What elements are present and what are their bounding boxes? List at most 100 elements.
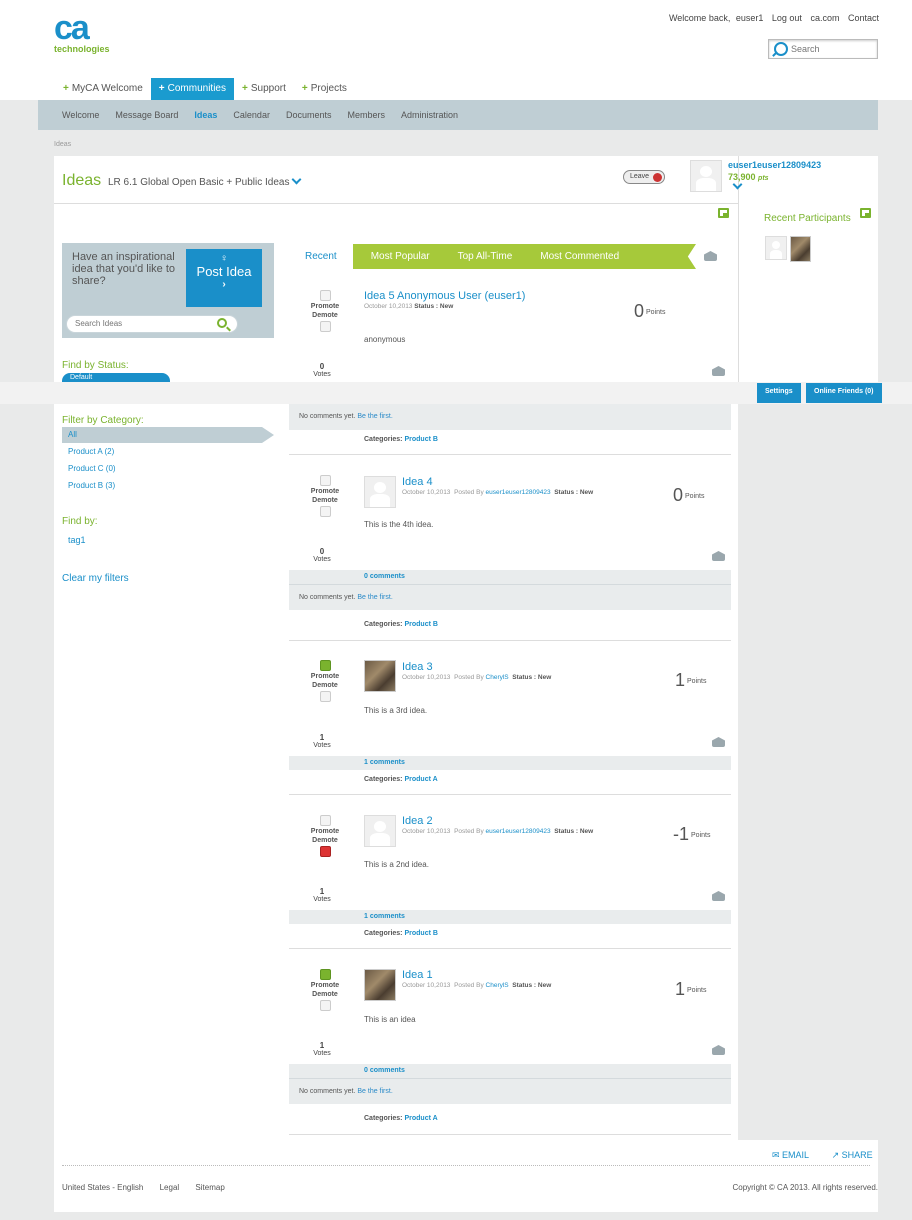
demote-icon[interactable] <box>319 846 331 857</box>
ca-com-link[interactable]: ca.com <box>810 13 839 23</box>
demote-label[interactable]: Demote <box>305 991 345 998</box>
demote-icon[interactable] <box>319 321 331 332</box>
promote-label[interactable]: Promote <box>305 828 345 835</box>
subnav-calendar[interactable]: Calendar <box>225 100 278 130</box>
promote-label[interactable]: Promote <box>305 673 345 680</box>
category-link[interactable]: Product A <box>404 1115 437 1122</box>
online-friends-tab[interactable]: Online Friends (0) <box>806 383 882 403</box>
idea-title[interactable]: Idea 1 <box>402 969 433 981</box>
leave-button[interactable]: Leave <box>623 170 665 184</box>
footer <box>54 1140 878 1212</box>
category-product-b[interactable]: Product B (3) <box>68 481 115 490</box>
idea-title[interactable]: Idea 4 <box>402 476 433 488</box>
profile-chevron-icon[interactable] <box>731 179 743 193</box>
subnav-members[interactable]: Members <box>339 100 393 130</box>
sitemap-link[interactable]: Sitemap <box>195 1183 224 1192</box>
demote-label[interactable]: Demote <box>305 312 345 319</box>
idea-title[interactable]: Idea 5 Anonymous User (euser1) <box>364 290 525 302</box>
chevron-down-icon[interactable] <box>291 174 301 185</box>
profile-name[interactable]: euser1euser12809423 <box>728 160 821 170</box>
search-ideas-input[interactable] <box>75 319 205 328</box>
comments-link[interactable]: 0 comments <box>289 570 731 584</box>
idea-title[interactable]: Idea 2 <box>402 815 433 827</box>
ca-logo[interactable]: ca <box>54 10 104 46</box>
promote-label[interactable]: Promote <box>305 982 345 989</box>
demote-label[interactable]: Demote <box>305 837 345 844</box>
clear-filters-link[interactable]: Clear my filters <box>62 573 129 584</box>
promote-icon[interactable] <box>319 969 331 980</box>
subnav-administration[interactable]: Administration <box>393 100 466 130</box>
promote-icon[interactable] <box>319 815 331 826</box>
demote-label[interactable]: Demote <box>305 497 345 504</box>
search-icon[interactable] <box>217 318 227 328</box>
tag-link[interactable]: tag1 <box>68 535 86 545</box>
contact-link[interactable]: Contact <box>848 13 879 23</box>
promote-icon[interactable] <box>319 290 331 301</box>
legal-link[interactable]: Legal <box>160 1183 180 1192</box>
search-input[interactable] <box>791 42 875 56</box>
author-avatar[interactable] <box>364 660 396 692</box>
author-link[interactable]: euser1euser12809423 <box>486 828 551 835</box>
comments-link[interactable]: 1 comments <box>289 910 731 924</box>
comments-link[interactable]: 1 comments <box>289 756 731 770</box>
category-link[interactable]: Product A <box>404 776 437 783</box>
site-search[interactable] <box>768 39 878 59</box>
subnav-welcome[interactable]: Welcome <box>54 100 107 130</box>
comments-link[interactable]: 0 comments <box>289 1064 731 1078</box>
demote-label[interactable]: Demote <box>305 682 345 689</box>
category-link[interactable]: Product B <box>404 621 437 628</box>
page-subtitle[interactable]: LR 6.1 Global Open Basic + Public Ideas <box>108 174 301 188</box>
tab-most-commented[interactable]: Most Commented <box>526 244 633 269</box>
expand-icon[interactable] <box>860 208 871 218</box>
demote-icon[interactable] <box>319 506 331 517</box>
tab-recent[interactable]: Recent <box>289 244 353 269</box>
promote-icon[interactable] <box>319 475 331 486</box>
tab-most-popular[interactable]: Most Popular <box>357 244 444 269</box>
welcome-user[interactable]: euser1 <box>736 13 764 23</box>
post-idea-button[interactable]: ♀ Post Idea › <box>186 249 262 307</box>
author-avatar[interactable] <box>364 969 396 1001</box>
nav-projects[interactable]: + Projects <box>294 78 355 100</box>
subnav-documents[interactable]: Documents <box>278 100 340 130</box>
author-link[interactable]: CherylS <box>486 674 509 681</box>
author-avatar[interactable] <box>364 476 396 508</box>
subnav-ideas[interactable]: Ideas <box>186 100 225 130</box>
share-link[interactable]: ↗ SHARE <box>832 1150 883 1160</box>
be-first-link[interactable]: Be the first. <box>357 413 392 420</box>
demote-icon[interactable] <box>319 1000 331 1011</box>
demote-icon[interactable] <box>319 691 331 702</box>
tab-top-all-time[interactable]: Top All-Time <box>444 244 527 269</box>
participant-avatar[interactable] <box>765 236 787 260</box>
promote-icon[interactable] <box>319 660 331 671</box>
participant-avatar[interactable] <box>790 236 811 262</box>
nav-myca-welcome[interactable]: + MyCA Welcome <box>55 78 151 100</box>
search-ideas[interactable] <box>66 315 238 333</box>
promote-label[interactable]: Promote <box>305 488 345 495</box>
category-product-c[interactable]: Product C (0) <box>68 464 116 473</box>
email-link[interactable]: ✉ EMAIL <box>772 1150 819 1160</box>
subnav-message-board[interactable]: Message Board <box>107 100 186 130</box>
search-icon[interactable] <box>774 42 788 56</box>
nav-support[interactable]: + Support <box>234 78 294 100</box>
logout-link[interactable]: Log out <box>772 13 802 23</box>
idea-title[interactable]: Idea 3 <box>402 661 433 673</box>
be-first-link[interactable]: Be the first. <box>357 1088 392 1095</box>
find-by-status-heading: Find by Status: <box>62 360 129 371</box>
author-avatar[interactable] <box>364 815 396 847</box>
promote-label[interactable]: Promote <box>305 303 345 310</box>
author-link[interactable]: euser1euser12809423 <box>486 489 551 496</box>
locale-link[interactable]: United States - English <box>62 1183 143 1192</box>
idea-votes: 1 Votes <box>313 887 331 903</box>
category-link[interactable]: Product B <box>404 930 437 937</box>
expand-icon[interactable] <box>718 208 729 218</box>
breadcrumb[interactable]: Ideas <box>54 141 71 148</box>
nav-communities[interactable]: + Communities <box>150 78 234 100</box>
category-all[interactable]: All <box>62 427 274 443</box>
profile-avatar[interactable] <box>690 160 722 192</box>
status-select[interactable]: Default <box>62 373 170 382</box>
settings-tab[interactable]: Settings <box>757 383 801 403</box>
category-product-a[interactable]: Product A (2) <box>68 447 114 456</box>
be-first-link[interactable]: Be the first. <box>357 594 392 601</box>
author-link[interactable]: CherylS <box>486 982 509 989</box>
category-link[interactable]: Product B <box>404 436 437 443</box>
